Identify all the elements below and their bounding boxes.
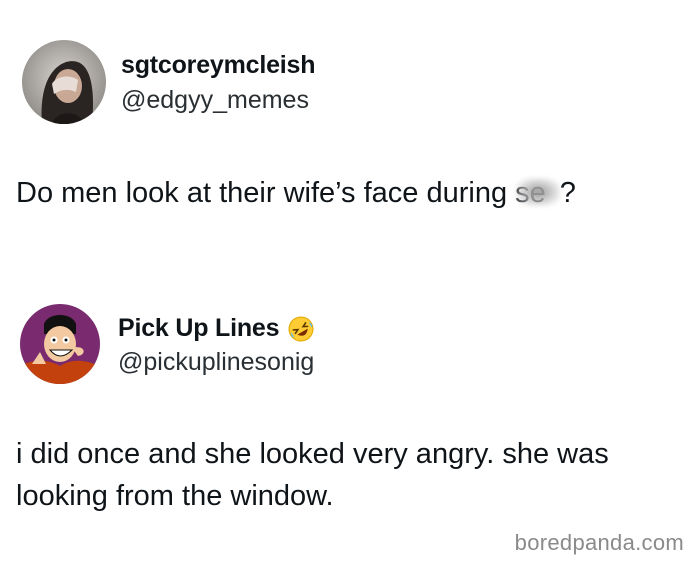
rolling-on-floor-laughing-icon [287, 315, 315, 343]
cartoon-avatar-icon [20, 304, 100, 384]
avatar-photo-icon [22, 40, 106, 124]
user-handle[interactable]: @edgyy_memes [121, 86, 309, 115]
post-body: i did once and she looked very angry. sh… [16, 438, 609, 513]
display-name-text: Pick Up Lines [118, 314, 280, 342]
watermark: boredpanda.com [514, 530, 684, 555]
display-name[interactable]: sgtcoreymcleish [121, 51, 316, 80]
avatar[interactable] [20, 304, 100, 384]
post-body-tail: ? [559, 177, 576, 209]
avatar[interactable] [22, 40, 106, 124]
post-body-text: Do men look at their wife’s face during … [16, 177, 546, 209]
display-name[interactable]: Pick Up Lines [118, 314, 315, 343]
user-handle[interactable]: @pickuplinesonig [118, 348, 314, 377]
post-body: Do men look at their wife’s face during … [16, 172, 576, 214]
censor-blur [515, 178, 560, 206]
